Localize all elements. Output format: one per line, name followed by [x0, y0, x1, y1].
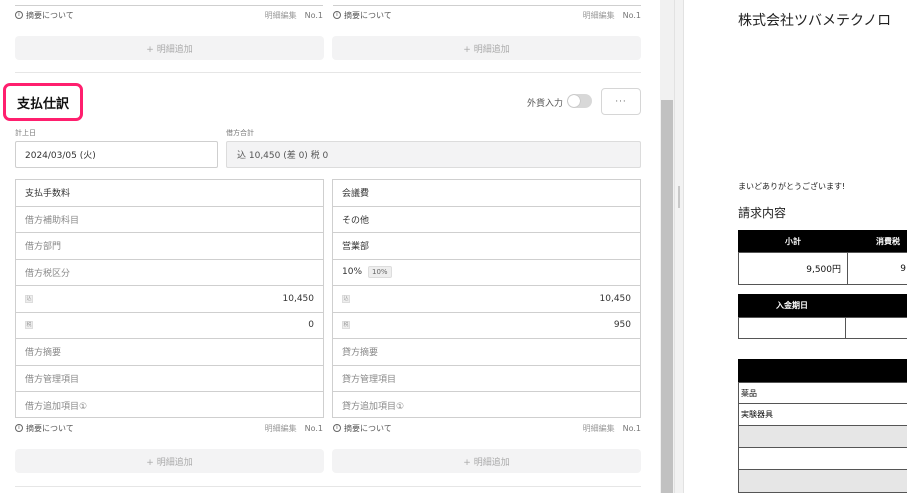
section-divider — [15, 486, 641, 487]
debit-tax-amount-field[interactable]: 税 0 — [16, 313, 323, 339]
tax-value: 9 — [847, 252, 907, 285]
item-row: 薬品 — [738, 382, 907, 404]
credit-extra-item-field[interactable]: 貸方追加項目① — [333, 392, 640, 419]
invoice-preview: 株式会社ツバメテクノロ まいどありがとうございます! 請求内容 小計 消費税 9… — [684, 0, 907, 493]
summary-link[interactable]: 摘要について — [26, 423, 74, 434]
credit-sub-account-field[interactable]: その他 — [333, 207, 640, 233]
edit-line-link[interactable]: 明細編集 — [265, 11, 297, 20]
section-divider — [15, 72, 641, 73]
credit-tax-type-value: 10% — [342, 267, 363, 278]
credit-mgmt-item-field[interactable]: 貸方管理項目 — [333, 366, 640, 392]
date-input[interactable]: 2024/03/05 (火) — [15, 141, 218, 168]
add-line-button-credit[interactable]: + 明細追加 — [332, 36, 641, 60]
debit-total-display: 込 10,450 (差 0) 税 0 — [226, 141, 641, 168]
item-row — [738, 425, 907, 448]
credit-tax-amount-field[interactable]: 税 950 — [333, 313, 640, 339]
tax-included-icon: 込 — [25, 294, 33, 303]
debit-memo-field[interactable]: 借方摘要 — [16, 339, 323, 366]
credit-account-field[interactable]: 会議費 — [333, 180, 640, 207]
info-icon: i — [333, 11, 341, 19]
section-title: 支払仕訳 — [3, 83, 84, 121]
subtotal-header: 小計 — [738, 230, 848, 252]
form-scrollbar[interactable] — [660, 0, 674, 493]
debit-department-field[interactable]: 借方部門 — [16, 233, 323, 260]
credit-amount-incl-value: 10,450 — [599, 293, 632, 304]
add-line-button-debit[interactable]: + 明細追加 — [15, 449, 324, 473]
invoice-company-name: 株式会社ツバメテクノロ — [738, 13, 892, 29]
info-icon: i — [333, 424, 341, 432]
summary-link[interactable]: 摘要について — [344, 423, 392, 434]
debit-total-label: 借方合計 — [226, 129, 254, 137]
line-number: No.1 — [622, 424, 641, 433]
debit-tax-type-field[interactable]: 借方税区分 — [16, 260, 323, 286]
invoice-thanks-message: まいどありがとうございます! — [738, 182, 846, 191]
debit-amount-incl-value: 10,450 — [282, 293, 315, 304]
debit-tax-amount-value: 0 — [308, 320, 314, 331]
payment-date-header-ext — [846, 294, 907, 317]
add-line-button-credit[interactable]: + 明細追加 — [332, 449, 641, 473]
invoice-content-title: 請求内容 — [738, 206, 787, 220]
edit-line-link[interactable]: 明細編集 — [583, 11, 615, 20]
items-header — [738, 359, 907, 382]
debit-sub-account-field[interactable]: 借方補助科目 — [16, 207, 323, 233]
credit-department-field[interactable]: 営業部 — [333, 233, 640, 260]
edit-line-link[interactable]: 明細編集 — [265, 424, 297, 433]
tax-icon: 税 — [342, 321, 350, 330]
splitter-grip-icon[interactable] — [678, 186, 680, 208]
debit-extra-item-field[interactable]: 借方追加項目① — [16, 392, 323, 419]
item-row: 実験器具 — [738, 403, 907, 426]
item-row — [738, 447, 907, 470]
payment-date-cell-ext — [845, 317, 907, 339]
summary-link[interactable]: 摘要について — [344, 10, 392, 21]
line-footer-credit-top: i 摘要について 明細編集 No.1 — [333, 8, 641, 22]
line-number: No.1 — [304, 11, 323, 20]
payment-date-cell — [738, 317, 846, 339]
credit-tax-amount-value: 950 — [613, 320, 631, 331]
edit-line-link[interactable]: 明細編集 — [583, 424, 615, 433]
debit-grid: 支払手数料 借方補助科目 借方部門 借方税区分 込 10,450 税 0 借方摘… — [15, 179, 324, 418]
debit-amount-incl-field[interactable]: 込 10,450 — [16, 286, 323, 313]
add-line-button-debit[interactable]: + 明細追加 — [15, 36, 324, 60]
debit-mgmt-item-field[interactable]: 借方管理項目 — [16, 366, 323, 392]
info-icon: i — [15, 424, 23, 432]
tax-icon: 税 — [25, 321, 33, 330]
scrollbar-thumb[interactable] — [661, 100, 673, 493]
row-border — [15, 5, 323, 6]
payment-date-header: 入金期日 — [738, 294, 846, 317]
summary-link[interactable]: 摘要について — [26, 10, 74, 21]
fx-input-toggle[interactable] — [567, 94, 592, 108]
credit-grid: 会議費 その他 営業部 10% 10% 込 10,450 税 950 貸方摘要 … — [332, 179, 641, 418]
pane-splitter[interactable] — [674, 0, 684, 493]
debit-account-field[interactable]: 支払手数料 — [16, 180, 323, 207]
more-options-button[interactable]: ··· — [601, 88, 641, 115]
row-border — [333, 5, 641, 6]
item-row — [738, 469, 907, 493]
line-number: No.1 — [304, 424, 323, 433]
credit-memo-field[interactable]: 貸方摘要 — [333, 339, 640, 366]
date-label: 計上日 — [15, 129, 36, 137]
tax-header: 消費税 — [848, 230, 907, 252]
subtotal-value: 9,500円 — [738, 252, 848, 285]
fx-input-label: 外貨入力 — [527, 99, 564, 109]
credit-tax-type-field[interactable]: 10% 10% — [333, 260, 640, 286]
journal-entry-form: i 摘要について 明細編集 No.1 i 摘要について 明細編集 No.1 + 明細… — [0, 0, 660, 493]
credit-amount-incl-field[interactable]: 込 10,450 — [333, 286, 640, 313]
line-footer-debit-top: i 摘要について 明細編集 No.1 — [15, 8, 323, 22]
line-footer-debit: i 摘要について 明細編集 No.1 — [15, 421, 323, 435]
info-icon: i — [15, 11, 23, 19]
tax-included-icon: 込 — [342, 294, 350, 303]
tax-rate-badge: 10% — [368, 266, 392, 279]
line-footer-credit: i 摘要について 明細編集 No.1 — [333, 421, 641, 435]
line-number: No.1 — [622, 11, 641, 20]
